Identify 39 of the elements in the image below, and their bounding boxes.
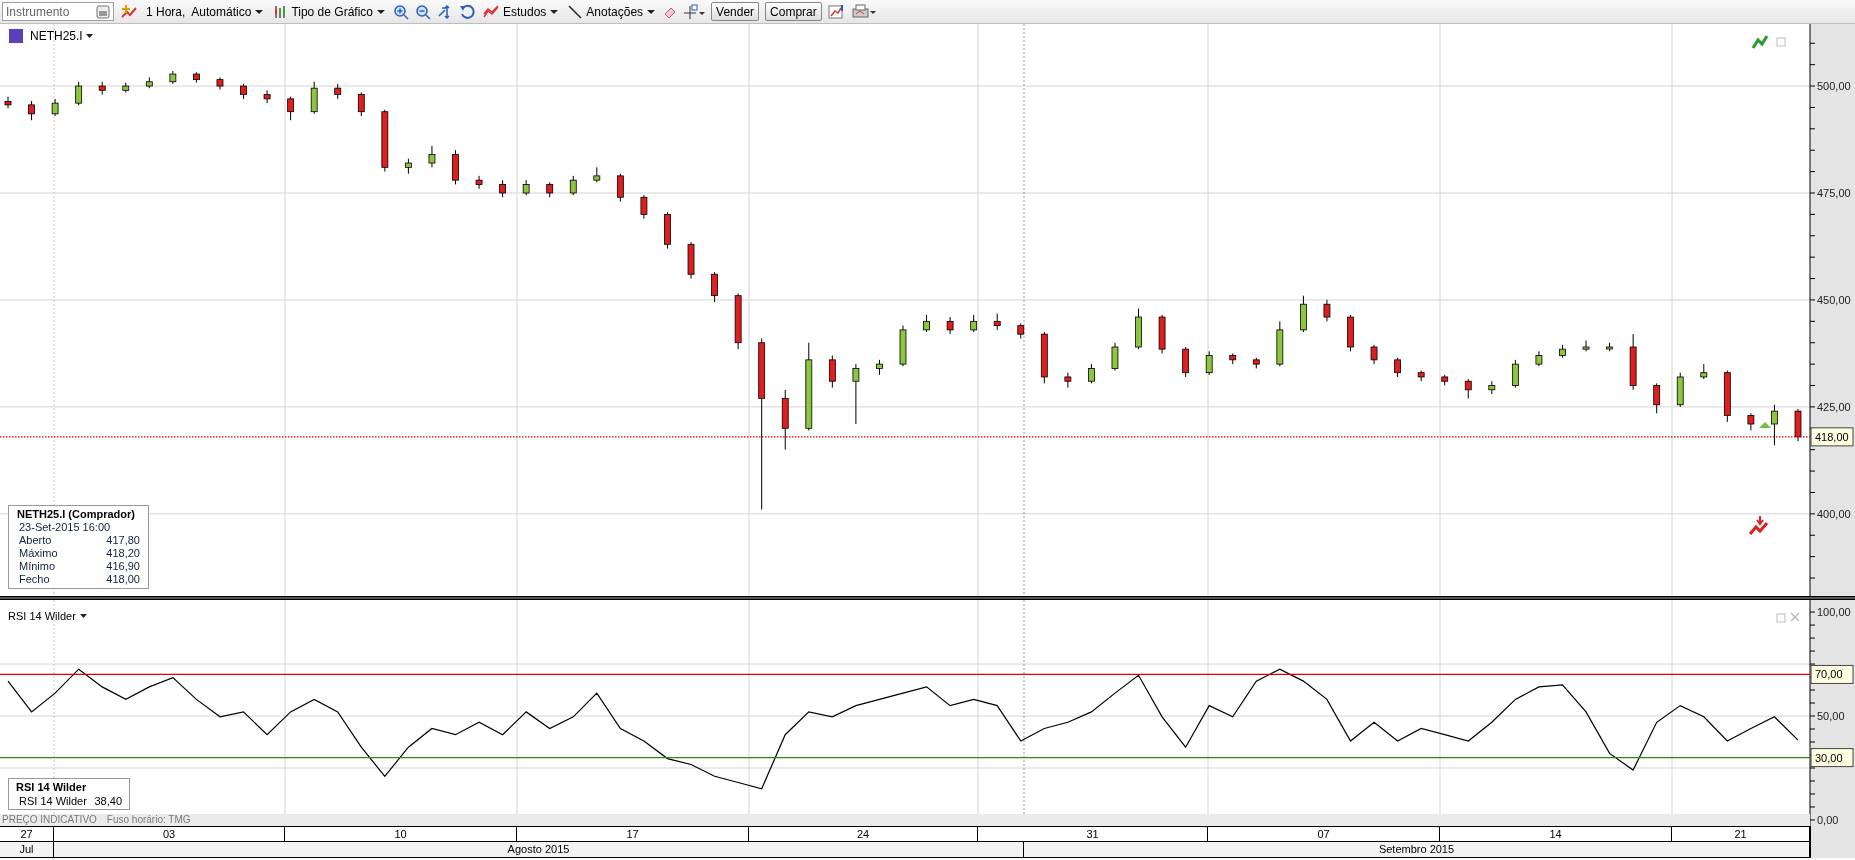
info-value: 416,90 bbox=[106, 560, 140, 573]
axis-label: 425,00 bbox=[1817, 400, 1851, 413]
axis-label: 100,00 bbox=[1817, 606, 1851, 619]
info-datetime: 23-Set-2015 16:00 bbox=[18, 521, 112, 534]
info-value: 418,00 bbox=[106, 573, 140, 586]
axis-label: 0,00 bbox=[1817, 813, 1839, 826]
status-text: PREÇO INDICATIVO bbox=[2, 815, 97, 825]
date-label: 14 bbox=[1440, 827, 1672, 841]
axis-label: 50,00 bbox=[1817, 710, 1845, 722]
date-label: 24 bbox=[749, 827, 978, 841]
info-label: Máximo bbox=[19, 547, 58, 560]
ref-line-label: 70,00 bbox=[1815, 668, 1843, 681]
ref-line-label: 418,00 bbox=[1815, 430, 1849, 443]
axis-label: 450,00 bbox=[1817, 293, 1851, 306]
info-label: RSI 14 Wilder bbox=[19, 794, 87, 808]
info-value: 417,80 bbox=[106, 534, 140, 547]
date-label: 17 bbox=[517, 827, 749, 841]
level-label: 30,00 bbox=[1810, 748, 1854, 768]
date-label: 27 bbox=[0, 827, 54, 841]
date-label: 10 bbox=[285, 827, 517, 841]
date-label: 03 bbox=[54, 827, 285, 841]
month-label: Jul bbox=[0, 842, 54, 857]
level-label: 418,00 bbox=[1810, 427, 1854, 447]
info-value: 38,40 bbox=[94, 794, 122, 808]
axis-label: 475,00 bbox=[1817, 187, 1851, 199]
info-label: Fecho bbox=[19, 573, 50, 586]
timezone-text: Fuso horário: TMG bbox=[106, 815, 191, 825]
axis-label: 500,00 bbox=[1817, 80, 1851, 93]
info-label: Aberto bbox=[19, 534, 52, 547]
date-label: 31 bbox=[978, 827, 1208, 841]
date-label: 07 bbox=[1208, 827, 1440, 841]
info-label: Mínimo bbox=[19, 560, 56, 573]
info-title: RSI 14 Wilder bbox=[16, 780, 88, 794]
month-label: Agosto 2015 bbox=[54, 842, 1024, 857]
level-label: 70,00 bbox=[1810, 664, 1854, 684]
ref-line-label: 30,00 bbox=[1815, 751, 1843, 764]
axis-label: 400,00 bbox=[1817, 507, 1851, 520]
info-value: 418,20 bbox=[106, 547, 140, 560]
info-title: NETH25.I (Comprador) bbox=[17, 508, 136, 521]
